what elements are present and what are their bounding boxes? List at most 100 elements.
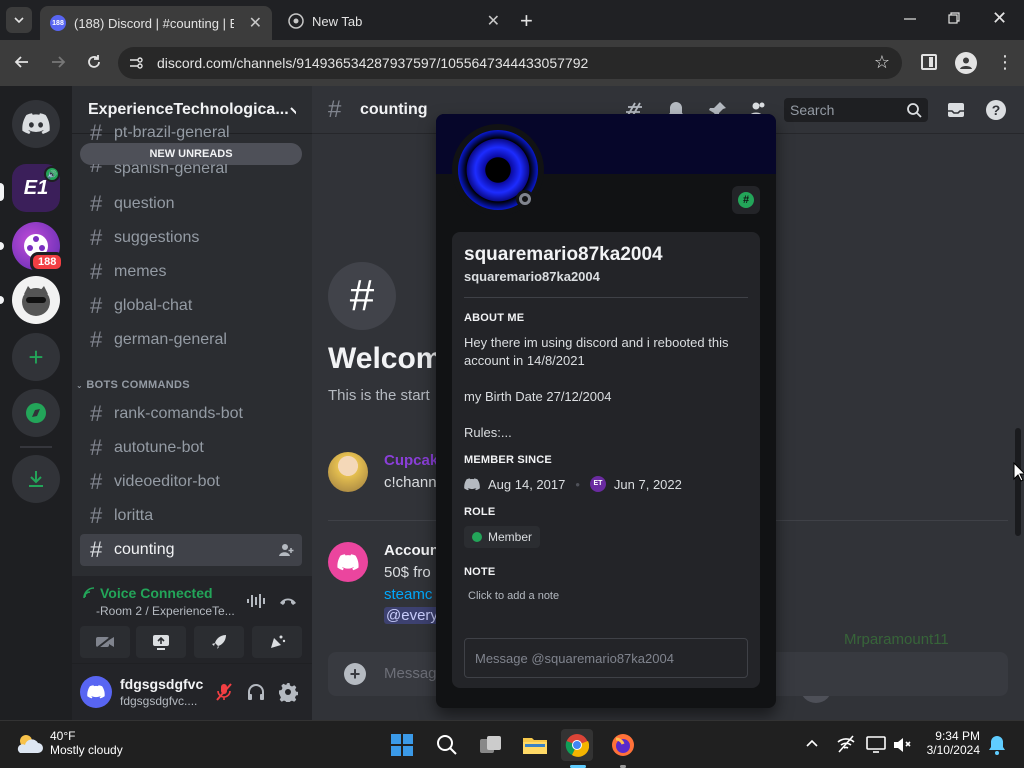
hash-icon: # (90, 225, 103, 250)
camera-off-icon (95, 634, 115, 650)
inbox-icon[interactable] (946, 100, 966, 120)
chrome-menu-icon[interactable]: ⋮ (996, 52, 1014, 72)
tab-discord[interactable]: 188 (188) Discord | #counting | Expe ✕ (40, 6, 272, 40)
side-panel-icon[interactable] (921, 54, 937, 70)
scrollbar-thumb[interactable] (1015, 428, 1021, 536)
role-pill[interactable]: Member (464, 526, 541, 548)
firefox-taskbar-button[interactable] (607, 729, 639, 761)
channel-item[interactable]: # suggestions (80, 222, 302, 254)
profile-message-input[interactable]: Message @squaremario87ka2004 (464, 638, 748, 678)
voice-location[interactable]: -Room 2 / ExperienceTe... (96, 604, 236, 618)
browser-tab-bar: 188 (188) Discord | #counting | Expe ✕ N… (0, 0, 1024, 40)
bookmark-star-icon[interactable]: ☆ (874, 52, 890, 73)
new-tab-button[interactable]: + (520, 8, 533, 34)
browser-toolbar: discord.com/channels/914936534287937597/… (0, 40, 1024, 86)
about-me-heading: ABOUT ME (464, 312, 525, 324)
settings-gear-icon[interactable] (278, 682, 298, 702)
back-button[interactable] (12, 52, 32, 72)
weather-widget[interactable]: 40°F Mostly cloudy (14, 729, 123, 757)
arrow-left-icon (14, 56, 28, 68)
search-input[interactable]: Search (784, 98, 928, 122)
channel-item[interactable]: # question (80, 188, 302, 220)
channel-item[interactable]: # memes (80, 256, 302, 288)
channel-item[interactable]: # pt-brazil-general (80, 122, 302, 144)
tab-new-tab[interactable]: New Tab ✕ (278, 6, 510, 36)
site-info-icon[interactable] (128, 55, 144, 71)
hash-icon: # (90, 327, 103, 352)
activities-button[interactable] (194, 626, 244, 658)
category-header[interactable]: ⌄ BOTS COMMANDS (76, 379, 190, 391)
display-icon[interactable] (866, 735, 886, 753)
mute-icon[interactable] (214, 682, 234, 702)
channel-item[interactable]: # rank-comands-bot (80, 398, 302, 430)
task-view-button[interactable] (475, 729, 507, 761)
profile-display-name: squaremario87ka2004 (464, 244, 663, 265)
search-button[interactable] (431, 729, 463, 761)
channel-item[interactable]: # loritta (80, 500, 302, 532)
windows-logo-icon (391, 734, 413, 756)
headphones-icon[interactable] (246, 682, 266, 702)
user-panel: fdgsgsdgfvc fdgsgsdgfvc.... (72, 664, 312, 720)
direct-messages-button[interactable] (12, 100, 60, 148)
add-server-button[interactable]: + (12, 333, 60, 381)
add-attachment-button[interactable]: + (344, 663, 366, 685)
message-text: 50$ fro (384, 564, 431, 581)
channel-item[interactable]: # spanish-general (80, 164, 302, 178)
profile-icon[interactable] (955, 52, 977, 74)
hash-icon: # (328, 96, 342, 123)
channel-item[interactable]: # autotune-bot (80, 432, 302, 464)
user-avatar[interactable] (80, 676, 112, 708)
message-link[interactable]: steamc (384, 586, 432, 603)
channel-item[interactable]: # videoeditor-bot (80, 466, 302, 498)
search-icon (437, 735, 457, 755)
server-name: ExperienceTechnologica... (88, 100, 289, 118)
hashtag-badge-icon[interactable]: # (732, 186, 760, 214)
explore-servers-button[interactable] (12, 389, 60, 437)
address-bar[interactable]: discord.com/channels/914936534287937597/… (118, 47, 902, 79)
help-icon[interactable]: ? (986, 100, 1006, 120)
download-apps-button[interactable] (12, 455, 60, 503)
member-name[interactable]: Mrparamount11 (844, 631, 949, 648)
server-cat[interactable] (12, 276, 60, 324)
tab-close-icon[interactable]: ✕ (249, 13, 262, 33)
voice-waveform-icon[interactable] (246, 592, 266, 610)
network-offline-icon[interactable] (836, 735, 856, 753)
reload-button[interactable] (84, 52, 104, 72)
show-hidden-icons-button[interactable] (804, 735, 820, 751)
role-color-dot (472, 532, 482, 542)
message-avatar[interactable] (328, 452, 368, 492)
user-name: fdgsgsdgfvc (120, 676, 204, 692)
camera-off-button[interactable] (80, 626, 130, 658)
notification-bell-icon[interactable] (988, 735, 1006, 755)
message-author[interactable]: Accoun (384, 542, 439, 559)
discord-favicon-icon: 188 (50, 15, 66, 31)
clock[interactable]: 9:34 PM 3/10/2024 (918, 729, 980, 757)
voice-panel: Voice Connected -Room 2 / ExperienceTe..… (72, 576, 312, 664)
weather-text: Mostly cloudy (50, 743, 123, 757)
channel-item-selected[interactable]: # counting (80, 534, 302, 566)
new-unreads-pill[interactable]: NEW UNREADS (80, 143, 302, 165)
welcome-title: Welcom (328, 342, 443, 375)
start-button[interactable] (386, 729, 418, 761)
maximize-button[interactable] (946, 10, 966, 30)
mention-everyone[interactable]: @every (384, 607, 440, 624)
chevron-up-icon (806, 739, 818, 747)
channel-item[interactable]: # global-chat (80, 290, 302, 322)
separator-dot: • (575, 476, 580, 492)
tab-search-button[interactable] (6, 7, 32, 33)
voice-status[interactable]: Voice Connected (82, 585, 213, 601)
message-avatar[interactable] (328, 542, 368, 582)
close-window-button[interactable]: ✕ (992, 8, 1007, 29)
chrome-taskbar-button[interactable] (561, 729, 593, 761)
channel-item[interactable]: # german-general (80, 324, 302, 356)
add-member-icon[interactable] (278, 542, 294, 558)
screenshare-button[interactable] (136, 626, 186, 658)
soundboard-button[interactable] (252, 626, 302, 658)
file-explorer-button[interactable] (519, 729, 551, 761)
volume-muted-icon[interactable] (892, 735, 912, 753)
disconnect-call-icon[interactable] (278, 592, 298, 610)
note-input[interactable]: Click to add a note (468, 590, 559, 602)
tab-close-icon[interactable]: ✕ (487, 11, 500, 31)
forward-button[interactable] (48, 52, 68, 72)
minimize-button[interactable] (900, 8, 920, 28)
